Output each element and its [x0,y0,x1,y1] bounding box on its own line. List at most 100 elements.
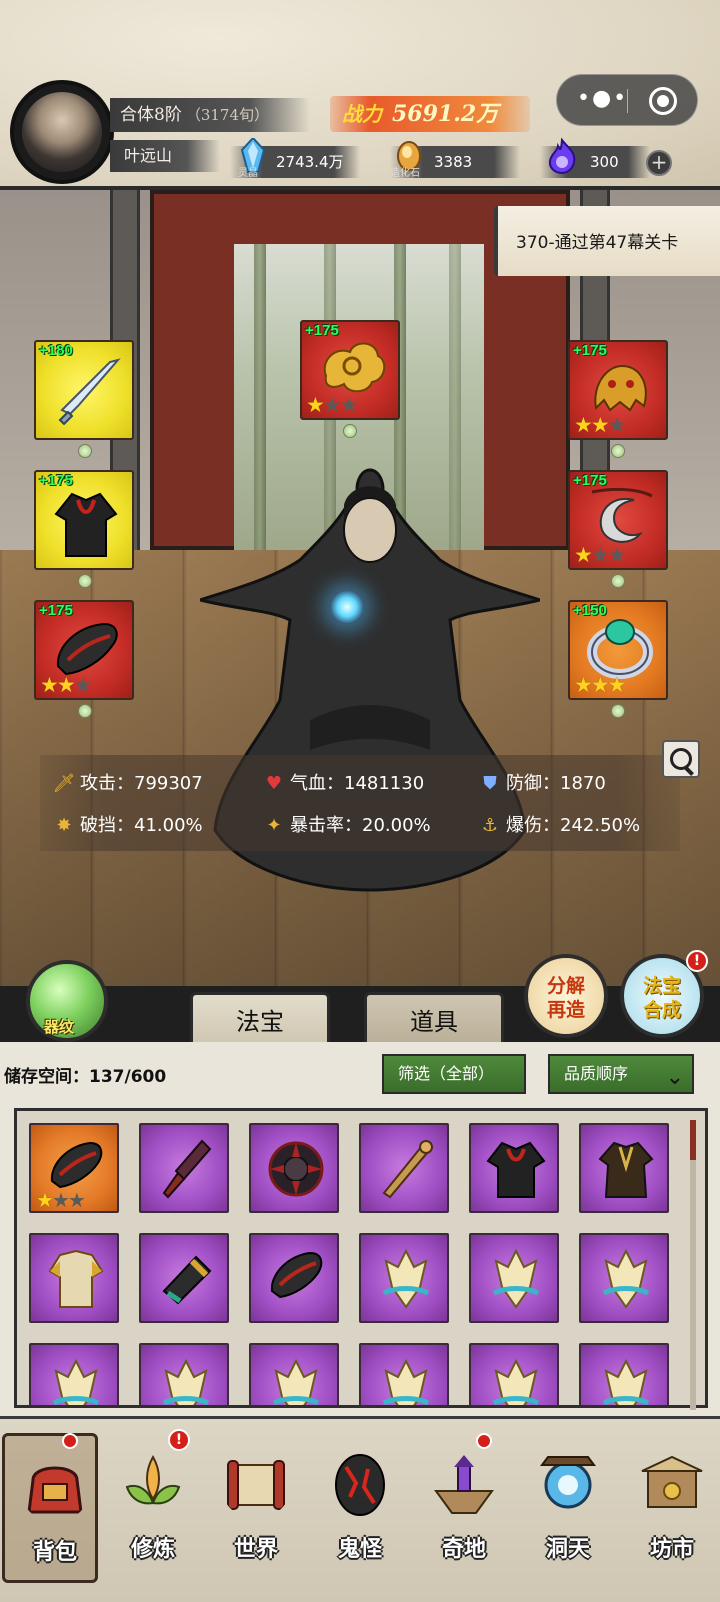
inventory-item[interactable] [469,1123,559,1213]
crescent-necklace-icon [591,487,653,543]
scrollbar-thumb[interactable] [690,1120,696,1160]
storage-label-text: 储存空间： [4,1067,89,1087]
filter-button[interactable]: 筛选（全部） [382,1054,526,1094]
artifact-pattern-button[interactable]: 器纹 [26,960,108,1042]
scroll-map-icon [227,1460,285,1510]
robe-icon [54,492,118,557]
nav-label: 修炼 [130,1536,175,1562]
zoom-magnifier-icon[interactable] [662,740,700,778]
tab-items[interactable]: 道具 [364,992,504,1046]
quest-banner[interactable]: 370-通过第47幕关卡 [494,206,720,276]
nav-monsters[interactable]: 鬼怪 [310,1433,410,1583]
storage-capacity: 储存空间：137/600 [4,1062,166,1087]
inventory-item[interactable] [139,1343,229,1405]
jade-crown-icon [602,1358,650,1405]
equip-slot-weapon[interactable]: +180 [34,340,134,440]
beast-helm-icon [594,364,647,412]
lotus-icon [125,1454,181,1505]
jade-crown-icon [492,1358,540,1405]
equip-slot-talisman[interactable]: +175 ★★★ [300,320,400,420]
resource-value: 2743.4万 [276,153,344,171]
synth-line2: 合成 [642,999,681,1021]
sort-quality-button[interactable]: 品质顺序 ⌄ [548,1054,694,1094]
dismantle-line1: 分解 [546,975,585,997]
nav-label: 世界 [233,1536,278,1562]
player-avatar[interactable] [10,80,114,184]
inventory-item[interactable] [249,1233,339,1323]
inventory-item[interactable] [579,1343,669,1405]
slot-stars: ★★★ [574,673,626,697]
nav-world[interactable]: 世界 [206,1433,306,1583]
resource-caption: 造化石 [390,168,420,179]
equip-slot-armor[interactable]: +175 [34,470,134,570]
inventory-item[interactable] [469,1343,559,1405]
inventory-item[interactable] [139,1123,229,1213]
stat-crit-rate: ✦ 暴击率：20.00% [262,811,430,841]
nav-cultivate[interactable]: 修炼 [103,1433,203,1583]
crit-damage-icon: ⚓ [481,815,499,836]
shield-icon: ⛊ [483,773,497,794]
add-resource-button[interactable]: + [646,150,672,176]
inventory-item[interactable] [579,1123,669,1213]
nav-wonderland[interactable]: 奇地 [414,1433,514,1583]
nav-wonderland-badge [476,1433,492,1449]
portal-icon [540,1456,596,1509]
resource-spirit-crystal: 灵晶 2743.4万 [230,138,360,179]
more-menu-icon[interactable]: •●• [577,88,628,110]
qi-aura-orb [330,590,364,624]
nav-backpack[interactable]: 背包 [2,1433,98,1583]
equip-slot-ring[interactable]: +150 ★★★ [568,600,668,700]
heart-icon: ♥ [265,773,283,794]
inventory-grid: ★★★ [14,1108,708,1408]
inventory-item[interactable] [139,1233,229,1323]
inventory-item[interactable] [359,1123,449,1213]
realm-sub-text: （3174旬） [185,106,270,124]
realm-bar: 合体8阶 （3174旬） [110,98,310,132]
dismantle-button[interactable]: 分解 再造 [524,954,608,1038]
stat-defense: ⛊ 防御：1870 [478,769,606,799]
nav-label: 背包 [32,1539,77,1565]
inventory-item[interactable] [359,1343,449,1405]
equip-slot-beast-helm[interactable]: +175 ★★★ [568,340,668,440]
inventory-item[interactable] [579,1233,669,1323]
cultivator-character [200,468,540,892]
tab-strip [0,986,720,1042]
golden-armor-icon [48,1249,104,1308]
tab-treasure[interactable]: 法宝 [190,992,330,1046]
combat-power: 战力 5691.2万 [330,96,530,132]
inventory-item[interactable]: ★★★ [29,1123,119,1213]
inventory-item[interactable] [29,1233,119,1323]
slot-stars: ★★★ [574,413,626,437]
slot-stars: ★★★ [40,673,92,697]
slot-gem-icon [611,444,625,458]
inventory-item[interactable] [29,1343,119,1405]
slot-gem-icon [78,704,92,718]
inventory-item[interactable] [249,1343,339,1405]
equip-slot-gloves[interactable]: +175 ★★★ [34,600,134,700]
gauntlet-icon [50,1141,103,1189]
synth-line1: 法宝 [642,975,681,997]
demon-egg-icon [335,1454,385,1516]
orb-label: 器纹 [44,1018,75,1036]
resource-caption: 灵晶 [238,168,258,179]
inventory-item[interactable] [249,1123,339,1213]
jade-crown-icon [52,1358,100,1405]
stat-crit-dmg: ⚓ 爆伤：242.50% [478,811,640,841]
chevron-down-icon: ⌄ [665,1065,684,1090]
nav-label: 奇地 [441,1536,486,1562]
synth-alert-badge: ! [686,950,708,972]
nav-market[interactable]: 坊市 [622,1433,720,1583]
market-stall-icon [641,1455,703,1508]
avatar-portrait [22,92,102,172]
nav-cave-heaven[interactable]: 洞天 [518,1433,618,1583]
inventory-item[interactable] [359,1233,449,1323]
crit-icon: ✦ [266,815,282,836]
slot-gem-icon [611,704,625,718]
equip-slot-necklace[interactable]: +175 ★★★ [568,470,668,570]
close-target-icon[interactable] [649,87,677,115]
inventory-item[interactable] [469,1233,559,1323]
resource-value: 300 [590,153,619,171]
inventory-scrollbar[interactable] [690,1120,696,1410]
jade-crown-icon [162,1358,210,1405]
realm-text: 合体8阶 [120,105,182,125]
